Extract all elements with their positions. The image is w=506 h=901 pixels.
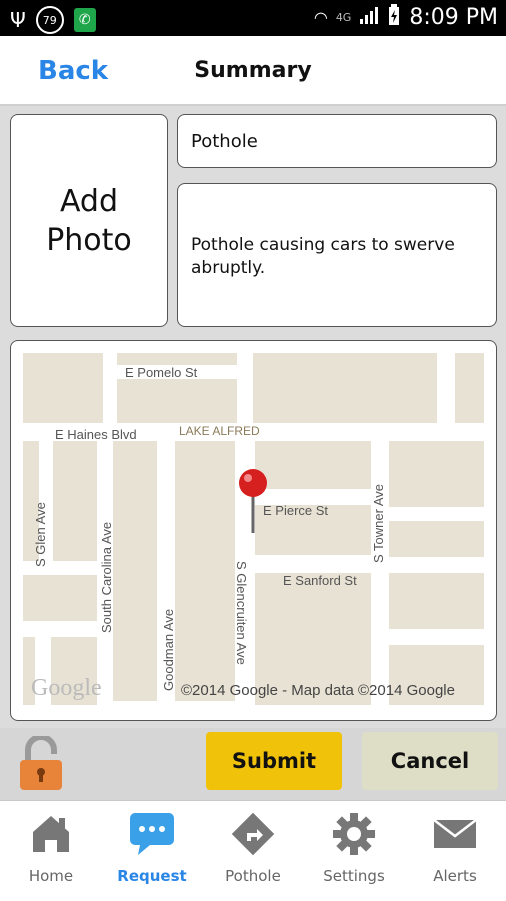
signal-icon — [359, 5, 379, 29]
tab-request[interactable]: Request — [102, 809, 202, 897]
tab-settings-label: Settings — [323, 867, 385, 885]
description-field[interactable]: Pothole causing cars to swerve abruptly. — [177, 183, 497, 327]
phone-icon: ✆ — [73, 8, 96, 32]
lock-icon[interactable] — [16, 734, 66, 792]
request-type-field[interactable]: Pothole — [177, 114, 497, 168]
tab-settings[interactable]: Settings — [304, 809, 404, 897]
add-photo-label-line2: Photo — [46, 222, 132, 258]
action-bar: Submit Cancel — [0, 728, 506, 800]
map-attribution: ©2014 Google - Map data ©2014 Google — [181, 682, 455, 699]
chat-bubble-icon — [102, 809, 202, 859]
tab-request-label: Request — [117, 867, 187, 885]
wifi-icon: ◠ — [313, 7, 328, 27]
bottom-tab-bar: Home Request Pothole Settings Alerts — [0, 800, 506, 901]
road-sign-icon — [203, 809, 303, 859]
network-type: 4G — [335, 10, 352, 24]
map-view[interactable]: E Pomelo St E Haines Blvd LAKE ALFRED E … — [23, 353, 484, 705]
google-logo: Google — [31, 675, 102, 701]
battery-icon — [387, 4, 401, 30]
app-header: Back Summary — [0, 36, 506, 106]
page-title: Summary — [194, 58, 312, 83]
submit-button[interactable]: Submit — [206, 732, 342, 790]
add-photo-label-line1: Add — [59, 183, 119, 219]
tab-home-label: Home — [28, 867, 74, 885]
street-label-goodman: Goodman Ave — [161, 609, 176, 691]
street-label-sanford: E Sanford St — [283, 573, 357, 588]
cancel-button[interactable]: Cancel — [362, 732, 498, 790]
area-label-lake-alfred: LAKE ALFRED — [179, 424, 260, 438]
street-label-south-carolina: South Carolina Ave — [99, 522, 114, 633]
street-label-pomelo: E Pomelo St — [125, 365, 198, 380]
clock: 8:09 PM — [409, 4, 498, 30]
gear-icon — [304, 809, 404, 859]
map-card: E Pomelo St E Haines Blvd LAKE ALFRED E … — [10, 340, 497, 721]
street-label-glen: S Glen Ave — [33, 502, 48, 567]
street-label-pierce: E Pierce St — [263, 503, 328, 518]
notification-count-badge: 79 — [35, 6, 64, 34]
envelope-icon — [405, 809, 505, 859]
usb-icon: Ψ — [10, 8, 26, 32]
tab-pothole-label: Pothole — [225, 867, 281, 885]
tab-pothole[interactable]: Pothole — [203, 809, 303, 897]
add-photo-button[interactable]: Add Photo — [10, 114, 168, 327]
street-label-glencruiten: S Glencruiten Ave — [234, 561, 249, 665]
status-bar: Ψ 79 ✆ ◠ 4G 8:09 PM — [0, 0, 506, 36]
tab-alerts[interactable]: Alerts — [405, 809, 505, 897]
tab-home[interactable]: Home — [1, 809, 101, 897]
summary-content: Add Photo Pothole Pothole causing cars t… — [0, 106, 506, 728]
street-label-towner: S Towner Ave — [371, 484, 386, 563]
tab-alerts-label: Alerts — [433, 867, 477, 885]
home-icon — [1, 809, 101, 859]
street-label-haines: E Haines Blvd — [55, 427, 137, 442]
